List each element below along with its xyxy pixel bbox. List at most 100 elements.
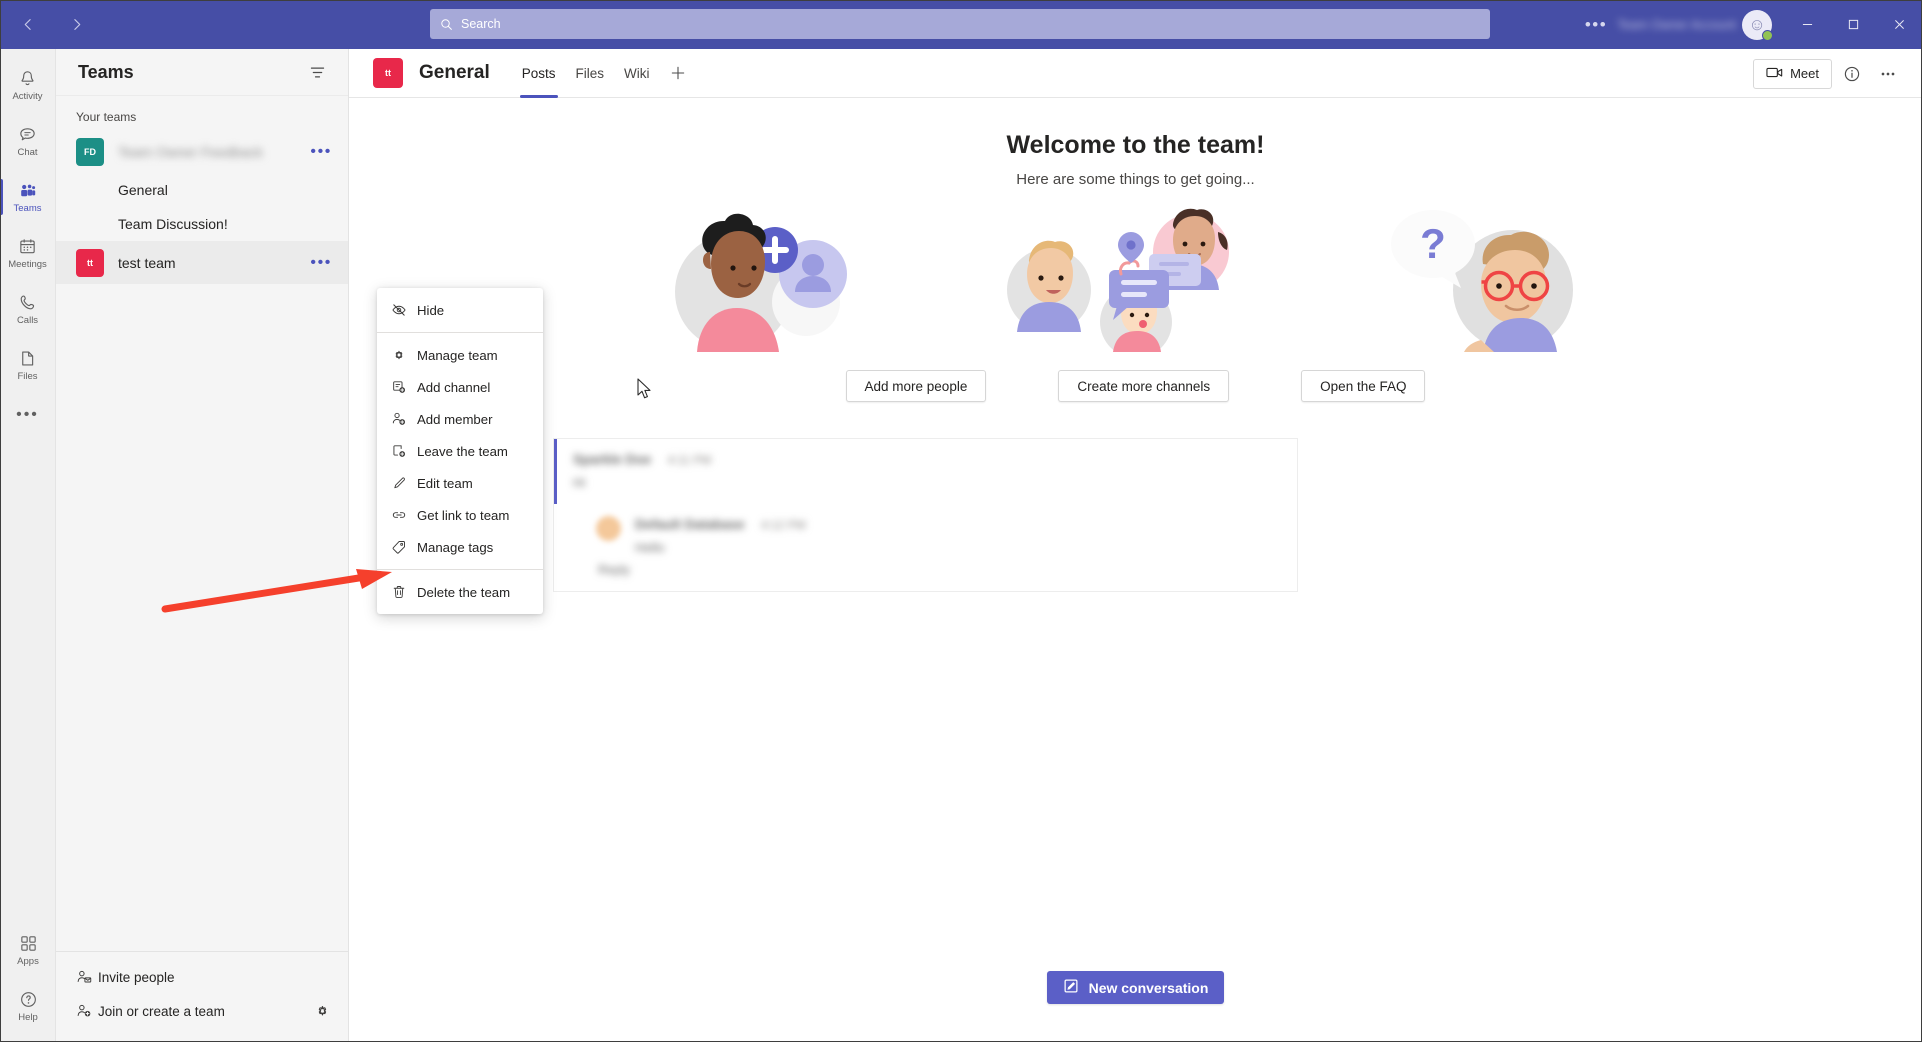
post-card[interactable]: Sparkle Doe 4:11 PM Hi Default Database … [553, 438, 1298, 592]
team-row[interactable]: tt test team ••• [56, 241, 348, 284]
add-person-icon [76, 1003, 98, 1019]
team-context-menu: Hide Manage team Add channel Add member [377, 288, 543, 614]
rail-item-activity[interactable]: Activity [0, 57, 56, 113]
join-or-create-team-button[interactable]: Join or create a team [56, 994, 349, 1028]
welcome-subheading: Here are some things to get going... [1016, 171, 1255, 188]
context-menu-item-manage-tags[interactable]: Manage tags [377, 531, 543, 563]
open-the-faq-button[interactable]: Open the FAQ [1301, 370, 1426, 402]
chat-icon [18, 125, 37, 145]
invite-people-label: Invite people [98, 969, 175, 985]
rail-label-apps: Apps [17, 955, 39, 967]
context-menu-label: Edit team [417, 475, 473, 491]
tab-files[interactable]: Files [566, 49, 615, 98]
avatar [596, 516, 621, 541]
main-content: tt General Posts Files Wiki Meet Welcome… [349, 49, 1922, 1042]
rail-more-button[interactable]: ••• [0, 393, 56, 437]
your-teams-label: Your teams [76, 110, 137, 124]
reply-body-text: Hello [635, 540, 665, 555]
filter-icon[interactable] [305, 60, 330, 85]
minimize-button[interactable] [1784, 0, 1830, 49]
channel-header-actions: Meet [1753, 49, 1904, 98]
rail-item-chat[interactable]: Chat [0, 113, 56, 169]
rail-item-meetings[interactable]: Meetings [0, 225, 56, 281]
team-name-label: Team Owner Feedback [118, 143, 263, 160]
context-menu-label: Add member [417, 411, 493, 427]
rail-item-calls[interactable]: Calls [0, 281, 56, 337]
meet-button[interactable]: Meet [1753, 58, 1832, 89]
reply-author-name: Default Database [635, 517, 745, 532]
invite-people-button[interactable]: Invite people [56, 960, 349, 994]
rail-item-teams[interactable]: Teams [0, 169, 56, 225]
rail-item-help[interactable]: Help [0, 978, 56, 1034]
new-conversation-button[interactable]: New conversation [1046, 971, 1225, 1004]
rail-item-apps[interactable]: Apps [0, 922, 56, 978]
context-menu-item-edit-team[interactable]: Edit team [377, 467, 543, 499]
chat-bubbles-illustration [991, 202, 1281, 358]
post-author-row: Sparkle Doe 4:11 PM [573, 451, 1283, 469]
eye-off-icon [391, 302, 417, 318]
video-camera-icon [1766, 66, 1783, 82]
search-input[interactable]: Search [430, 9, 1490, 39]
team-avatar: tt [76, 248, 104, 277]
post-timestamp: 4:11 PM [667, 453, 712, 467]
presence-available-icon [1762, 29, 1773, 41]
context-menu-item-get-link-to-team[interactable]: Get link to team [377, 499, 543, 531]
gear-icon [391, 347, 417, 363]
context-menu-item-delete-the-team[interactable]: Delete the team [377, 576, 543, 608]
team-name-label: test team [118, 254, 176, 271]
new-conversation-area: New conversation [349, 971, 1922, 1004]
titlebar-overflow-button[interactable]: ••• [1575, 15, 1617, 35]
post-item: SD Sparkle Doe 4:11 PM Hi [499, 438, 1922, 592]
back-button[interactable] [12, 9, 44, 41]
rail-label-activity: Activity [12, 90, 43, 102]
rail-label-teams: Teams [13, 202, 42, 214]
context-menu-item-hide[interactable]: Hide [377, 294, 543, 326]
teams-panel: Teams Your teams FD Team Owner Feedback … [56, 49, 349, 1042]
context-menu-item-manage-team[interactable]: Manage team [377, 339, 543, 371]
phone-icon [18, 293, 37, 313]
close-button[interactable] [1876, 0, 1922, 49]
page-title: Teams [78, 61, 134, 82]
reply-content: Default Database 4:12 PM Hello [635, 516, 806, 555]
team-overflow-button[interactable]: ••• [310, 143, 332, 161]
gear-icon[interactable] [314, 1003, 331, 1020]
welcome-heading: Welcome to the team! [1006, 131, 1265, 159]
maximize-button[interactable] [1830, 0, 1876, 49]
tab-posts[interactable]: Posts [512, 49, 566, 98]
tab-wiki[interactable]: Wiki [614, 49, 660, 98]
title-bar: Search ••• Team Owner Account ☺ [0, 0, 1922, 49]
context-menu-item-add-member[interactable]: Add member [377, 403, 543, 435]
svg-text:?: ? [1420, 220, 1446, 267]
channel-row-general[interactable]: General [56, 173, 348, 207]
post-reply-bar[interactable]: Reply [554, 559, 1297, 591]
bell-icon [18, 69, 37, 89]
context-menu-item-leave-team[interactable]: Leave the team [377, 435, 543, 467]
nav-arrows [12, 9, 92, 41]
reply-author-row: Default Database 4:12 PM [635, 516, 806, 534]
add-tab-button[interactable] [660, 49, 696, 98]
context-menu-label: Manage tags [417, 539, 494, 555]
avatar[interactable]: ☺ [1742, 9, 1773, 41]
forward-button[interactable] [60, 9, 92, 41]
calendar-icon [18, 237, 37, 257]
info-icon[interactable] [1836, 58, 1868, 90]
compose-icon [1063, 978, 1079, 997]
context-menu-label: Get link to team [417, 507, 510, 523]
trash-icon [391, 584, 417, 600]
team-row[interactable]: FD Team Owner Feedback ••• [56, 130, 348, 173]
channel-header: tt General Posts Files Wiki Meet [349, 49, 1922, 98]
rail-label-chat: Chat [17, 146, 38, 158]
context-menu-item-add-channel[interactable]: Add channel [377, 371, 543, 403]
rail-item-files[interactable]: Files [0, 337, 56, 393]
welcome-section: Welcome to the team! Here are some thing… [349, 98, 1922, 402]
team-overflow-button[interactable]: ••• [310, 254, 332, 272]
link-icon [391, 507, 417, 523]
rail-label-calls: Calls [16, 314, 39, 326]
create-more-channels-button[interactable]: Create more channels [1058, 370, 1230, 402]
more-icon[interactable] [1872, 58, 1904, 90]
channel-row-team-discussion[interactable]: Team Discussion! [56, 207, 348, 241]
context-menu-divider [377, 332, 543, 333]
reply-timestamp: 4:12 PM [761, 518, 806, 532]
add-more-people-button[interactable]: Add more people [845, 370, 987, 402]
join-or-create-team-label: Join or create a team [98, 1003, 225, 1019]
